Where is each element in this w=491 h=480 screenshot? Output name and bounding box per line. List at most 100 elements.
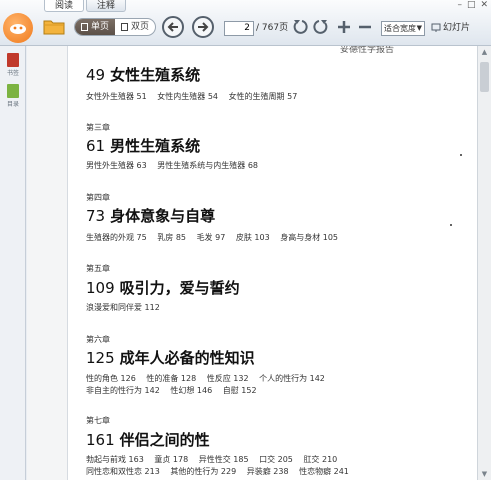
minimize-icon[interactable]: – xyxy=(457,0,462,10)
section-entry: 性的角色 126 xyxy=(86,374,136,383)
section-entry: 男性生殖系统与内生殖器 68 xyxy=(157,161,259,170)
section-entry: 女性外生殖器 51 xyxy=(86,92,147,101)
next-page-button[interactable] xyxy=(192,16,214,38)
section-entry: 皮肤 103 xyxy=(235,233,270,242)
page-total-label: / 767页 xyxy=(256,23,289,33)
single-page-icon xyxy=(80,23,88,31)
chapter-title-text: 伴侣之间的性 xyxy=(119,431,210,449)
scroll-up-icon[interactable]: ▲ xyxy=(478,46,491,58)
chapter-label: 第七章 xyxy=(86,416,110,425)
section-entry: 异装癖 238 xyxy=(246,467,289,476)
chapter-title: 61 男性生殖系统 xyxy=(86,135,200,156)
close-icon[interactable]: ✕ xyxy=(480,0,488,10)
chapter-title-text: 吸引力，爱与誓约 xyxy=(119,279,240,297)
section-entry: 口交 205 xyxy=(259,455,293,464)
section-entry: 非自主的性行为 142 xyxy=(86,386,160,395)
section-line: 同性恋和双性恋 213 其他的性行为 229 异装癖 238 性恋物癖 241 xyxy=(86,466,357,477)
sidebar-item-label: 书签 xyxy=(6,70,19,77)
zoom-select-value: 适合宽度 xyxy=(384,24,416,33)
zoom-out-icon[interactable] xyxy=(356,18,374,36)
chapter-label: 第三章 xyxy=(86,123,110,132)
section-entry: 异性性交 185 xyxy=(198,455,249,464)
chapter-page-number: 73 xyxy=(86,207,106,225)
chapter-page-number: 125 xyxy=(86,349,115,367)
section-entry: 勃起与前戏 163 xyxy=(86,455,144,464)
section-entry: 自慰 152 xyxy=(222,386,257,395)
section-entry: 男性外生殖器 63 xyxy=(86,161,147,170)
sidebar-item-bookmarks[interactable]: 书签 xyxy=(0,53,26,77)
scroll-down-icon[interactable]: ▼ xyxy=(478,468,491,480)
chapter-title-text: 女性生殖系统 xyxy=(110,66,201,84)
section-entry: 身高与身材 105 xyxy=(280,233,339,242)
section-entry: 同性恋和双性恋 213 xyxy=(86,467,160,476)
section-line: 非自主的性行为 142 性幻想 146 自慰 152 xyxy=(86,385,265,396)
chapter-title-text: 男性生殖系统 xyxy=(110,137,201,155)
table-of-contents-icon xyxy=(7,84,19,98)
double-page-label: 双页 xyxy=(130,22,149,32)
section-entry: 性反应 132 xyxy=(206,374,249,383)
section-entry: 性的准备 128 xyxy=(146,374,197,383)
scan-speck xyxy=(450,224,452,226)
section-entry: 浪漫爱和同伴爱 112 xyxy=(86,303,160,312)
section-entry: 性恋物癖 241 xyxy=(299,467,349,476)
section-line: 男性外生殖器 63 男性生殖系统与内生殖器 68 xyxy=(86,160,266,171)
open-folder-icon[interactable] xyxy=(43,17,65,35)
chapter-label: 第六章 xyxy=(86,335,110,344)
chapter-page-number: 109 xyxy=(86,279,115,297)
double-page-button[interactable]: 双页 xyxy=(115,19,155,35)
mode-tabs: 阅读 注释 xyxy=(44,0,128,12)
vertical-scrollbar[interactable]: ▲ ▼ xyxy=(477,46,491,480)
bookmark-icon xyxy=(7,53,19,67)
section-entry: 女性内生殖器 54 xyxy=(157,92,219,101)
section-entry: 性幻想 146 xyxy=(170,386,213,395)
slideshow-label: 幻灯片 xyxy=(443,23,471,33)
page-number-input[interactable]: 2 xyxy=(224,21,254,36)
chapter-title: 125 成年人必备的性知识 xyxy=(86,347,255,368)
running-head: 妥德性学报告 xyxy=(340,46,395,55)
single-page-label: 单页 xyxy=(90,22,109,32)
tab-read[interactable]: 阅读 xyxy=(44,0,85,12)
view-mode-toggle: 单页 双页 xyxy=(74,18,156,36)
tab-annotate[interactable]: 注释 xyxy=(86,0,127,12)
chapter-title: 73 身体意象与自尊 xyxy=(86,205,215,226)
app-logo-icon[interactable] xyxy=(3,13,33,43)
chevron-down-icon: ▼ xyxy=(416,24,422,32)
chapter-page-number: 61 xyxy=(86,137,106,155)
section-entry: 肛交 210 xyxy=(303,455,338,464)
section-line: 勃起与前戏 163 童贞 178 异性性交 185 口交 205 肛交 210 xyxy=(86,454,345,465)
double-page-icon xyxy=(120,23,128,31)
rotate-left-icon[interactable] xyxy=(291,18,309,36)
section-entry: 毛发 97 xyxy=(196,233,226,242)
document-viewport: 妥德性学报告 49 女性生殖系统 女性外生殖器 51 女性内生殖器 54 女性的生… xyxy=(27,46,477,480)
document-page: 妥德性学报告 49 女性生殖系统 女性外生殖器 51 女性内生殖器 54 女性的生… xyxy=(68,46,477,480)
sidebar-item-toc[interactable]: 目录 xyxy=(0,84,26,108)
section-entry: 童贞 178 xyxy=(154,455,189,464)
zoom-select[interactable]: 适合宽度 ▼ xyxy=(381,21,425,36)
window-controls: – □ ✕ xyxy=(457,0,488,10)
maximize-icon[interactable]: □ xyxy=(467,0,476,10)
section-line: 性的角色 126 性的准备 128 性反应 132 个人的性行为 142 xyxy=(86,373,333,384)
chapter-page-number: 161 xyxy=(86,431,115,449)
chapter-title: 109 吸引力，爱与誓约 xyxy=(86,277,240,298)
section-entry: 生殖器的外观 75 xyxy=(86,233,147,242)
chapter-title: 161 伴侣之间的性 xyxy=(86,429,210,450)
slideshow-button[interactable]: 幻灯片 xyxy=(431,21,470,35)
chapter-page-number: 49 xyxy=(86,66,106,84)
section-entry: 其他的性行为 229 xyxy=(170,467,237,476)
chapter-title: 49 女性生殖系统 xyxy=(86,64,200,85)
section-entry: 个人的性行为 142 xyxy=(259,374,325,383)
left-sidebar: 书签 目录 xyxy=(0,46,26,480)
chapter-label: 第五章 xyxy=(86,264,110,273)
scrollbar-thumb[interactable] xyxy=(480,62,489,92)
rotate-right-icon[interactable] xyxy=(312,18,330,36)
single-page-button[interactable]: 单页 xyxy=(75,19,115,35)
section-line: 生殖器的外观 75 乳房 85 毛发 97 皮肤 103 身高与身材 105 xyxy=(86,232,346,243)
chapter-title-text: 身体意象与自尊 xyxy=(110,207,216,225)
arrow-left-icon xyxy=(167,22,178,32)
zoom-in-icon[interactable] xyxy=(335,18,353,36)
scan-speck xyxy=(460,154,462,156)
main-toolbar: 阅读 注释 单页 双页 2 / 767页 适合宽度 ▼ 幻灯片 – □ ✕ xyxy=(0,0,491,46)
slideshow-icon xyxy=(431,23,441,32)
previous-page-button[interactable] xyxy=(162,16,184,38)
chapter-title-text: 成年人必备的性知识 xyxy=(119,349,255,367)
